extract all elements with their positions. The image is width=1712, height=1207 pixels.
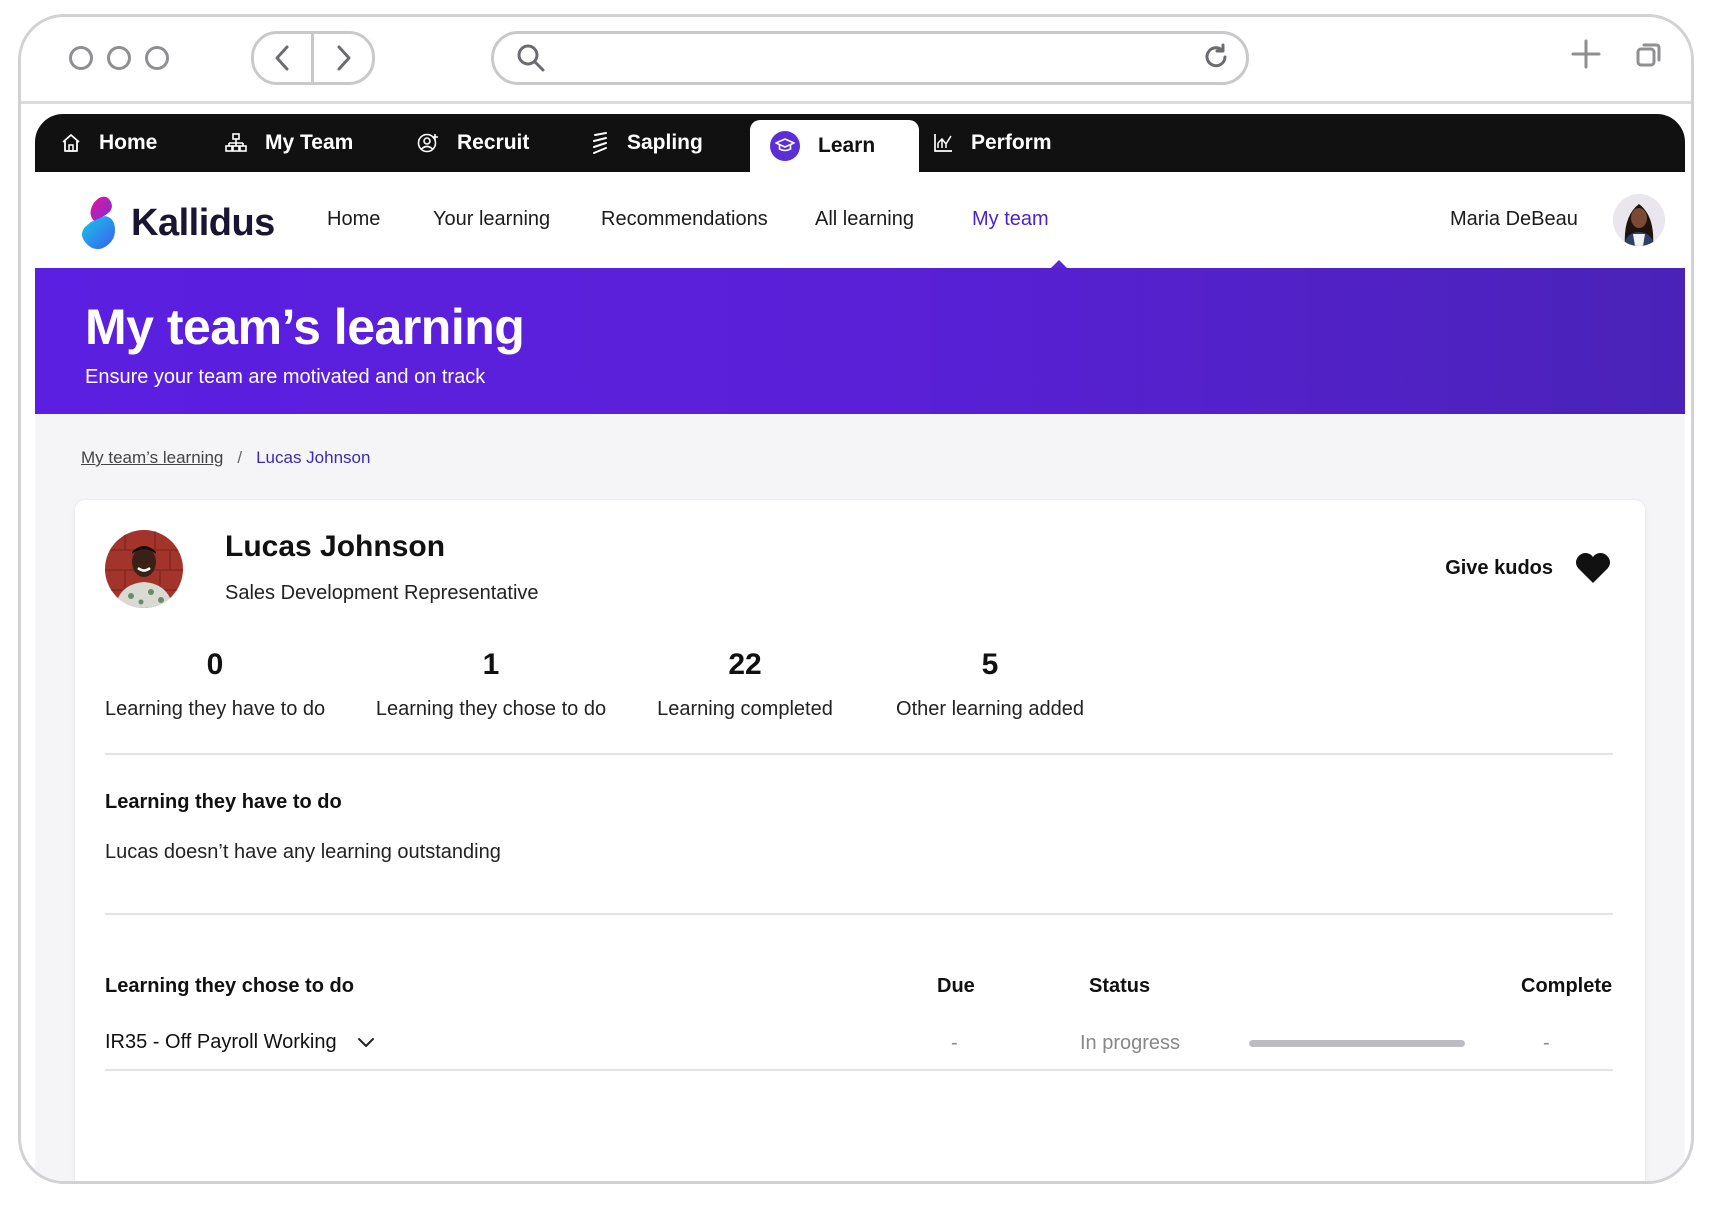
- divider: [105, 1069, 1613, 1071]
- app-viewport: Home My Team Recruit Sapling Learn Perfo…: [35, 114, 1685, 1181]
- breadcrumb-separator: /: [237, 448, 243, 467]
- learning-item-due: -: [951, 1032, 958, 1054]
- page-title: My team’s learning: [85, 299, 525, 355]
- stat-completed[interactable]: 22 Learning completed: [645, 648, 845, 721]
- window-close-dot[interactable]: [69, 46, 93, 70]
- divider: [105, 753, 1613, 755]
- stat-label: Learning completed: [657, 698, 833, 720]
- window-minimize-dot[interactable]: [107, 46, 131, 70]
- graduation-cap-icon: [770, 131, 800, 161]
- required-empty-message: Lucas doesn’t have any learning outstand…: [105, 841, 501, 863]
- learner-name: Lucas Johnson: [225, 530, 446, 563]
- progress-fill: [1249, 1040, 1465, 1047]
- suite-nav: Home My Team Recruit Sapling Learn Perfo…: [35, 114, 1685, 172]
- suite-nav-home[interactable]: Home: [61, 114, 157, 172]
- browser-window: Home My Team Recruit Sapling Learn Perfo…: [18, 14, 1694, 1184]
- breadcrumb-current: Lucas Johnson: [256, 448, 371, 467]
- stat-value: 0: [206, 648, 224, 681]
- suite-nav-recruit[interactable]: Recruit: [417, 114, 529, 172]
- forward-button[interactable]: [314, 34, 371, 82]
- suite-nav-label: Recruit: [457, 131, 530, 154]
- suite-nav-label: Perform: [971, 131, 1052, 154]
- stat-label: Other learning added: [896, 698, 1084, 720]
- suite-nav-my-team[interactable]: My Team: [225, 114, 353, 172]
- stat-chosen[interactable]: 1 Learning they chose to do: [361, 648, 621, 721]
- chevron-right-icon: [337, 45, 350, 71]
- nav-all-learning[interactable]: All learning: [815, 208, 914, 231]
- suite-nav-label: Learn: [818, 134, 876, 157]
- column-complete: Complete: [1521, 975, 1613, 997]
- stat-required[interactable]: 0 Learning they have to do: [105, 648, 325, 721]
- nav-your-learning[interactable]: Your learning: [433, 208, 550, 231]
- column-status: Status: [1089, 975, 1151, 997]
- app-header: Kallidus Home Your learning Recommendati…: [35, 172, 1685, 268]
- stat-value: 5: [981, 648, 999, 681]
- column-due: Due: [937, 975, 975, 997]
- user-name[interactable]: Maria DeBeau: [1450, 208, 1578, 231]
- learning-item-status: In progress: [1080, 1032, 1181, 1054]
- org-chart-icon: [225, 133, 247, 153]
- learning-item-progress-bar: [1249, 1040, 1465, 1047]
- sapling-icon: [591, 132, 609, 154]
- address-bar[interactable]: [491, 31, 1249, 85]
- reload-icon[interactable]: [1202, 43, 1230, 76]
- search-icon: [516, 43, 546, 78]
- stat-other[interactable]: 5 Other learning added: [875, 648, 1105, 721]
- learning-item-complete: -: [1543, 1032, 1550, 1054]
- stat-label: Learning they chose to do: [375, 698, 607, 720]
- give-kudos-button[interactable]: Give kudos: [1445, 552, 1611, 584]
- heart-icon: [1575, 552, 1611, 583]
- suite-nav-label: Home: [99, 131, 158, 154]
- nav-my-team[interactable]: My team: [972, 208, 1049, 231]
- breadcrumb: My team’s learning / Lucas Johnson: [81, 448, 370, 468]
- stat-value: 22: [728, 648, 762, 681]
- page-subtitle: Ensure your team are motivated and on tr…: [85, 366, 486, 388]
- nav-home[interactable]: Home: [327, 208, 380, 231]
- tabs-overview-icon[interactable]: [1635, 41, 1663, 74]
- chevron-left-icon: [275, 45, 288, 71]
- kallidus-logo-mark: [82, 196, 115, 250]
- required-section-title: Learning they have to do: [105, 791, 342, 813]
- stat-label: Learning they have to do: [105, 698, 326, 720]
- divider: [105, 913, 1613, 915]
- nav-recommendations[interactable]: Recommendations: [601, 208, 768, 231]
- recruit-icon: [417, 132, 439, 154]
- suite-nav-label: My Team: [265, 131, 354, 154]
- suite-nav-perform[interactable]: Perform: [933, 114, 1052, 172]
- suite-nav-sapling[interactable]: Sapling: [591, 114, 703, 172]
- kallidus-logo[interactable]: Kallidus: [77, 194, 275, 252]
- give-kudos-label: Give kudos: [1445, 556, 1553, 579]
- chevron-down-icon: [357, 1037, 374, 1047]
- new-tab-icon[interactable]: [1571, 39, 1601, 74]
- suite-nav-label: Sapling: [627, 131, 703, 154]
- stat-value: 1: [482, 648, 500, 681]
- learner-avatar: [105, 530, 183, 608]
- chart-icon: [933, 133, 953, 153]
- breadcrumb-parent-link[interactable]: My team’s learning: [81, 448, 223, 468]
- history-nav: [251, 31, 375, 85]
- window-maximize-dot[interactable]: [145, 46, 169, 70]
- page-hero: My team’s learning Ensure your team are …: [35, 268, 1685, 414]
- chosen-section-title: Learning they chose to do: [105, 975, 354, 997]
- logo-text: Kallidus: [131, 201, 275, 244]
- learner-role: Sales Development Representative: [225, 582, 539, 604]
- back-button[interactable]: [254, 34, 311, 82]
- learning-item-title: IR35 - Off Payroll Working: [105, 1031, 337, 1053]
- learning-item-toggle[interactable]: IR35 - Off Payroll Working: [105, 1031, 375, 1054]
- house-icon: [61, 133, 81, 153]
- learner-card: Lucas Johnson Sales Development Represen…: [75, 500, 1645, 1181]
- suite-nav-learn[interactable]: Learn: [750, 120, 920, 172]
- user-avatar[interactable]: [1613, 194, 1665, 246]
- browser-toolbar: [21, 17, 1691, 104]
